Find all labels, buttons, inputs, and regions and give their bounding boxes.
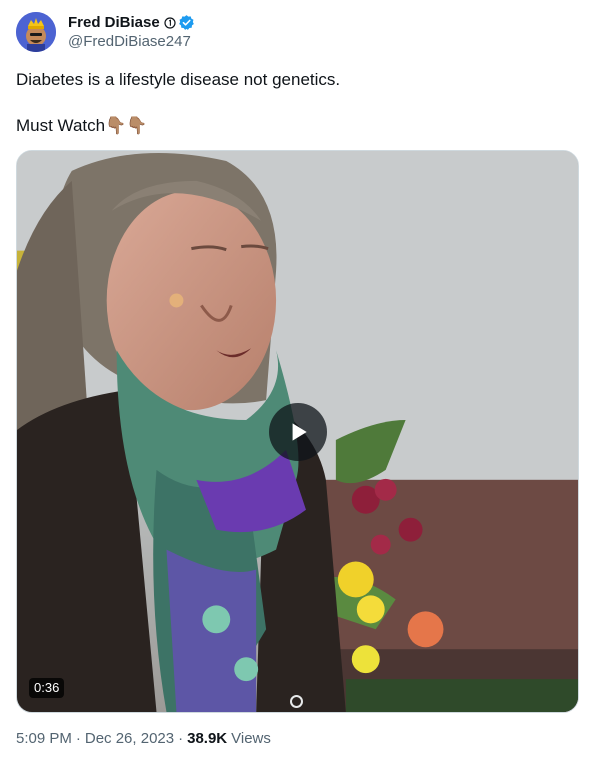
video-duration: 0:36 bbox=[29, 678, 65, 698]
separator-dot: · bbox=[178, 730, 184, 747]
avatar-crowned-cartoon-icon bbox=[16, 12, 56, 52]
author-name-row: Fred DiBiase bbox=[68, 12, 195, 32]
tweet-text-must-watch: Must Watch bbox=[16, 116, 106, 135]
video-progress-indicator-icon bbox=[290, 695, 303, 708]
tweet-metadata: 5:09 PM · Dec 26, 2023 · 38.9K Views bbox=[16, 730, 271, 747]
author-display-name[interactable]: Fred DiBiase bbox=[68, 14, 160, 31]
avatar[interactable] bbox=[16, 12, 56, 52]
pointing-down-emoji-icon: 👇🏽👇🏽 bbox=[105, 116, 148, 135]
affiliate-circle-icon[interactable] bbox=[164, 16, 176, 29]
tweet-text-line-1: Diabetes is a lifestyle disease not gene… bbox=[16, 70, 341, 89]
tweet-time[interactable]: 5:09 PM bbox=[16, 730, 72, 747]
views-label: Views bbox=[231, 730, 271, 747]
author-handle[interactable]: @FredDiBiase247 bbox=[68, 33, 191, 50]
video-player[interactable]: 0:36 bbox=[16, 150, 579, 713]
play-icon bbox=[292, 423, 307, 441]
verified-checkmark-icon[interactable] bbox=[178, 14, 195, 31]
tweet-text: Diabetes is a lifestyle disease not gene… bbox=[16, 68, 586, 137]
tweet-date[interactable]: Dec 26, 2023 bbox=[85, 730, 174, 747]
views-count[interactable]: 38.9K bbox=[187, 730, 227, 747]
tweet-text-line-2: Must Watch👇🏽👇🏽 bbox=[16, 114, 586, 137]
separator-dot: · bbox=[75, 730, 81, 747]
tweet-card: Fred DiBiase @FredDiBiase247 Diabetes is… bbox=[0, 0, 611, 768]
play-button[interactable] bbox=[269, 403, 327, 461]
